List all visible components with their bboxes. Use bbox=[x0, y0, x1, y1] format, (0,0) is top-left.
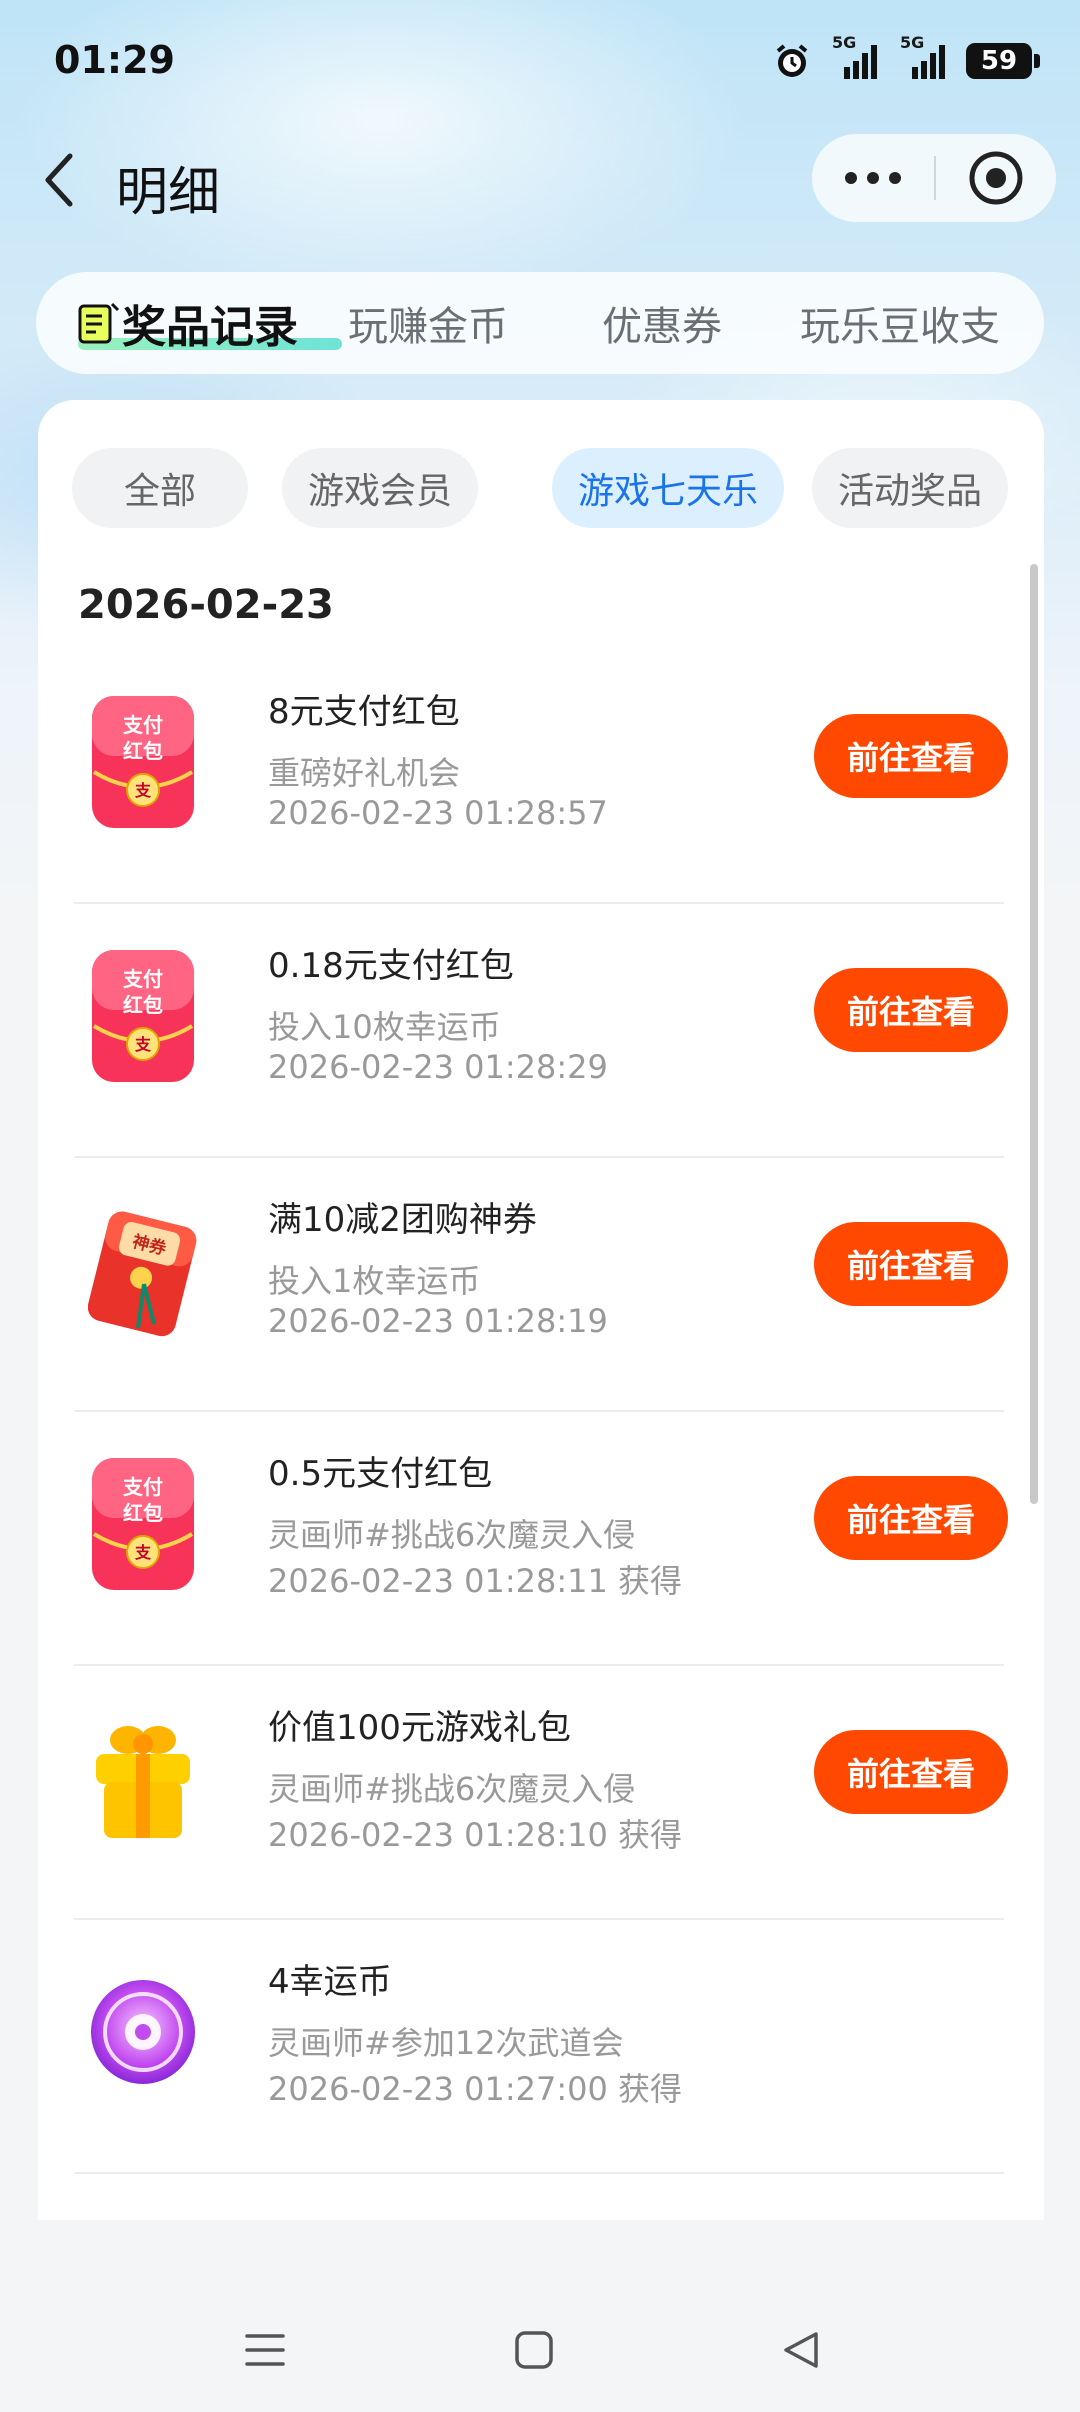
menu-button[interactable] bbox=[225, 2310, 305, 2390]
records-card: 全部 游戏会员 游戏七天乐 活动奖品 2026-02-23 支 支付 红包 8元… bbox=[38, 400, 1044, 2220]
item-subtitle: 重磅好礼机会 bbox=[268, 754, 461, 792]
status-time: 01:29 bbox=[54, 38, 175, 82]
top-tabs: 奖品记录 玩赚金币 优惠券 玩乐豆收支 bbox=[36, 272, 1044, 374]
red-packet-line2: 红包 bbox=[123, 739, 163, 763]
chip-activity-prizes[interactable]: 活动奖品 bbox=[812, 448, 1008, 528]
mini-program-capsule bbox=[812, 134, 1056, 222]
back-nav-button[interactable] bbox=[760, 2310, 840, 2390]
more-button[interactable] bbox=[812, 134, 934, 222]
back-button[interactable] bbox=[30, 150, 90, 210]
records-list: 支 支付 红包 8元支付红包 重磅好礼机会 2026-02-23 01:28:5… bbox=[74, 650, 1008, 2174]
red-packet-icon: 支 支付 红包 bbox=[92, 1458, 194, 1590]
item-time: 2026-02-23 01:27:00 获得 bbox=[268, 2070, 683, 2108]
filter-chips: 全部 游戏会员 游戏七天乐 活动奖品 bbox=[72, 448, 1012, 528]
tab-prize-records[interactable]: 奖品记录 bbox=[122, 272, 298, 374]
list-item: 4幸运币 灵画师#参加12次武道会 2026-02-23 01:27:00 获得 bbox=[74, 1920, 1004, 2174]
red-packet-icon: 支 支付 红包 bbox=[92, 696, 194, 828]
item-subtitle: 灵画师#挑战6次魔灵入侵 bbox=[268, 1770, 636, 1808]
title-bar: 明细 bbox=[0, 130, 1080, 230]
list-item: 价值100元游戏礼包 灵画师#挑战6次魔灵入侵 2026-02-23 01:28… bbox=[74, 1666, 1008, 1920]
list-item: 支 支付 红包 8元支付红包 重磅好礼机会 2026-02-23 01:28:5… bbox=[74, 650, 1008, 904]
item-time: 2026-02-23 01:28:11 获得 bbox=[268, 1562, 683, 1600]
red-packet-line2: 红包 bbox=[123, 993, 163, 1017]
item-time: 2026-02-23 01:28:57 bbox=[268, 794, 608, 832]
close-button[interactable] bbox=[936, 134, 1056, 222]
view-button[interactable]: 前往查看 bbox=[814, 1222, 1008, 1306]
target-circle-icon bbox=[969, 151, 1023, 205]
item-title: 8元支付红包 bbox=[268, 692, 460, 732]
page-title: 明细 bbox=[116, 163, 221, 223]
home-square-icon bbox=[515, 2331, 553, 2369]
coupon-envelope-icon: 神券 bbox=[88, 1211, 197, 1337]
back-triangle-icon bbox=[784, 2332, 818, 2368]
item-time: 2026-02-23 01:28:19 bbox=[268, 1302, 608, 1340]
red-packet-seal: 支 bbox=[134, 1035, 152, 1054]
system-nav-bar bbox=[0, 2290, 1080, 2412]
chip-game-seven-days[interactable]: 游戏七天乐 bbox=[552, 448, 784, 528]
red-packet-line2: 红包 bbox=[123, 1501, 163, 1525]
red-packet-line1: 支付 bbox=[123, 967, 163, 991]
item-time: 2026-02-23 01:28:29 bbox=[268, 1048, 608, 1086]
item-title: 4幸运币 bbox=[268, 1962, 392, 2002]
signal-5g-icon: 5G bbox=[898, 33, 948, 81]
date-header: 2026-02-23 bbox=[78, 582, 334, 628]
view-button[interactable]: 前往查看 bbox=[814, 714, 1008, 798]
scrollbar[interactable] bbox=[1030, 564, 1038, 1504]
item-subtitle: 灵画师#参加12次武道会 bbox=[268, 2024, 624, 2062]
chip-all[interactable]: 全部 bbox=[72, 448, 248, 528]
item-subtitle: 投入10枚幸运币 bbox=[268, 1008, 501, 1046]
red-packet-line1: 支付 bbox=[123, 713, 163, 737]
item-title: 0.5元支付红包 bbox=[268, 1454, 493, 1494]
item-subtitle: 灵画师#挑战6次魔灵入侵 bbox=[268, 1516, 636, 1554]
item-title: 满10减2团购神券 bbox=[268, 1200, 537, 1240]
list-item: 支 支付 红包 0.5元支付红包 灵画师#挑战6次魔灵入侵 2026-02-23… bbox=[74, 1412, 1008, 1666]
list-item: 神券 满10减2团购神券 投入1枚幸运币 2026-02-23 01:28:19… bbox=[74, 1158, 1008, 1412]
more-dots-icon bbox=[845, 172, 901, 184]
tab-earn-coins[interactable]: 玩赚金币 bbox=[348, 272, 508, 374]
alarm-icon bbox=[772, 41, 812, 81]
list-doc-icon bbox=[78, 302, 120, 344]
item-time: 2026-02-23 01:28:10 获得 bbox=[268, 1816, 683, 1854]
status-bar: 01:29 5G 5G 59 bbox=[0, 0, 1080, 120]
battery-icon: 59 bbox=[966, 43, 1040, 79]
view-button[interactable]: 前往查看 bbox=[814, 1476, 1008, 1560]
lucky-coin-icon bbox=[91, 1980, 195, 2084]
chevron-left-icon bbox=[45, 153, 73, 207]
home-button[interactable] bbox=[494, 2310, 574, 2390]
item-subtitle: 投入1枚幸运币 bbox=[268, 1262, 481, 1300]
chip-game-member[interactable]: 游戏会员 bbox=[282, 448, 478, 528]
red-packet-seal: 支 bbox=[134, 1543, 152, 1562]
view-button[interactable]: 前往查看 bbox=[814, 1730, 1008, 1814]
signal-5g-icon: 5G bbox=[830, 33, 880, 81]
view-button[interactable]: 前往查看 bbox=[814, 968, 1008, 1052]
menu-icon bbox=[245, 2334, 285, 2366]
red-packet-icon: 支 支付 红包 bbox=[92, 950, 194, 1082]
battery-level: 59 bbox=[980, 46, 1018, 76]
red-packet-line1: 支付 bbox=[123, 1475, 163, 1499]
signal-label: 5G bbox=[900, 33, 925, 52]
status-icons: 5G 5G 59 bbox=[772, 33, 1040, 86]
signal-label: 5G bbox=[832, 33, 857, 52]
tab-beans-balance[interactable]: 玩乐豆收支 bbox=[800, 272, 1000, 374]
item-title: 价值100元游戏礼包 bbox=[268, 1708, 571, 1748]
item-title: 0.18元支付红包 bbox=[268, 946, 514, 986]
gift-box-icon bbox=[96, 1726, 190, 1838]
red-packet-seal: 支 bbox=[134, 781, 152, 800]
list-item: 支 支付 红包 0.18元支付红包 投入10枚幸运币 2026-02-23 01… bbox=[74, 904, 1008, 1158]
tab-coupons[interactable]: 优惠券 bbox=[602, 272, 722, 374]
